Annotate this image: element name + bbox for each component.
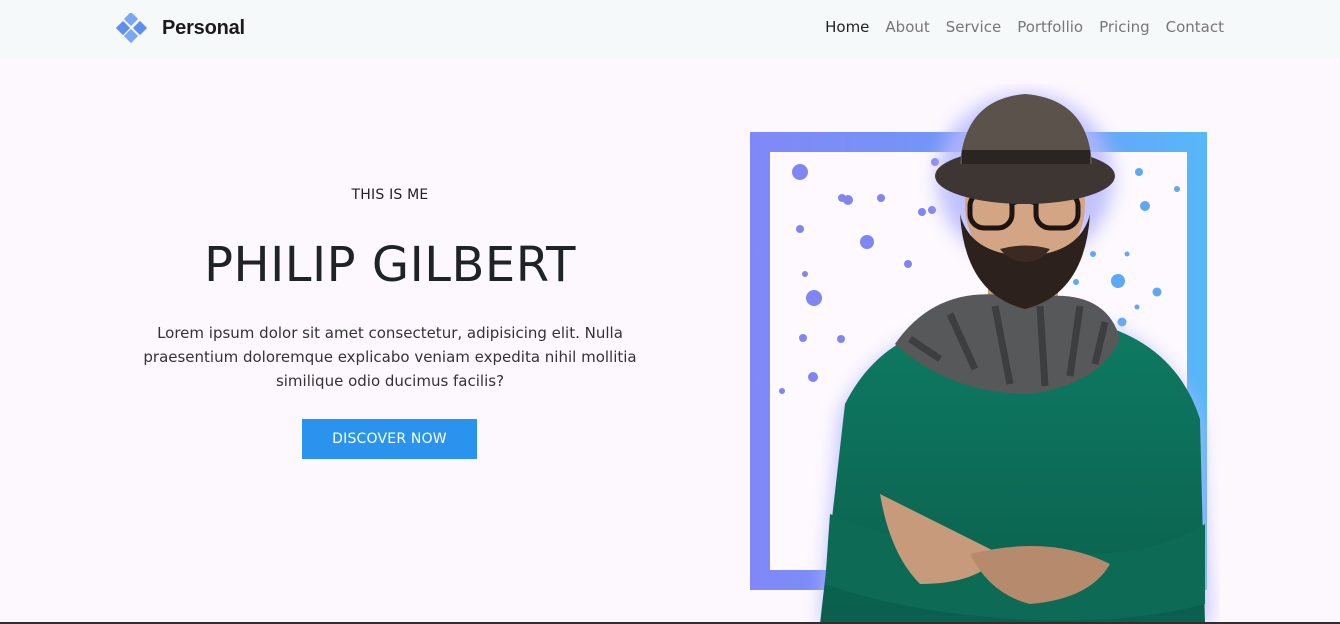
diamond-cluster-icon[interactable] [116, 13, 148, 45]
nav-service[interactable]: Service [946, 18, 1001, 36]
discover-now-button[interactable]: DISCOVER NOW [302, 419, 477, 459]
hero-title: PHILIP GILBERT [204, 237, 576, 293]
navbar: Personal Home About Service Portfollio P… [0, 0, 1340, 57]
portrait-photo [820, 94, 1210, 624]
nav-portfolio[interactable]: Portfollio [1017, 18, 1083, 36]
nav-about[interactable]: About [885, 18, 929, 36]
nav-home[interactable]: Home [825, 18, 869, 36]
hero-description: Lorem ipsum dolor sit amet consectetur, … [143, 324, 637, 390]
main-nav: Home About Service Portfollio Pricing Co… [825, 18, 1224, 36]
nav-pricing[interactable]: Pricing [1099, 18, 1150, 36]
hero-kicker: THIS IS ME [351, 187, 429, 203]
brand-name[interactable]: Personal [162, 17, 245, 40]
nav-contact[interactable]: Contact [1166, 18, 1224, 36]
